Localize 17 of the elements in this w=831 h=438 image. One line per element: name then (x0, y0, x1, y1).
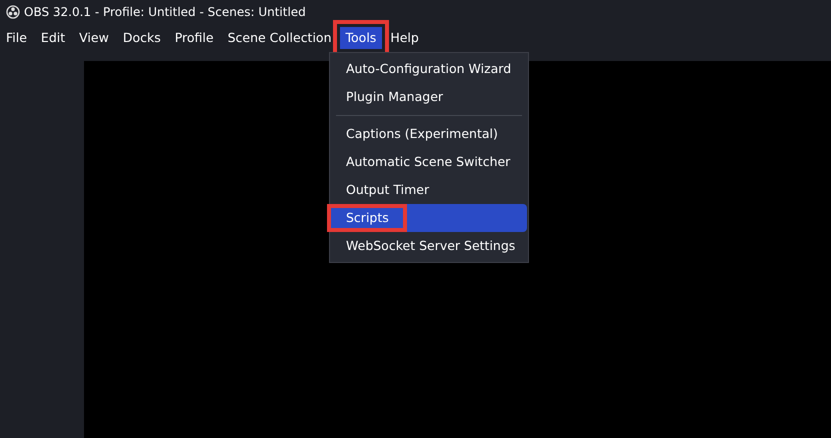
menu-item[interactable]: File (0, 27, 33, 49)
menu-item[interactable]: Help (384, 27, 425, 49)
menu-option[interactable]: Plugin Manager (331, 83, 527, 111)
menu-option[interactable]: Automatic Scene Switcher (331, 148, 527, 176)
window-title: OBS 32.0.1 - Profile: Untitled - Scenes: Untitled (24, 4, 306, 20)
menu-option[interactable]: Output Timer (331, 176, 527, 204)
menu-option[interactable]: WebSocket Server Settings (331, 232, 527, 260)
menu-option[interactable]: Scripts (331, 204, 527, 232)
menu-option[interactable]: Auto-Configuration Wizard (331, 55, 527, 83)
menu-option[interactable]: Captions (Experimental) (331, 120, 527, 148)
menu-item[interactable]: Scene Collection (222, 27, 338, 49)
menu-item[interactable]: Edit (34, 27, 72, 49)
menu-item[interactable]: Profile (168, 27, 220, 49)
menu-item[interactable]: Tools (340, 27, 382, 49)
menu-item[interactable]: Docks (116, 27, 167, 49)
app-logo-icon (6, 4, 20, 18)
menu-item[interactable]: View (73, 27, 115, 49)
